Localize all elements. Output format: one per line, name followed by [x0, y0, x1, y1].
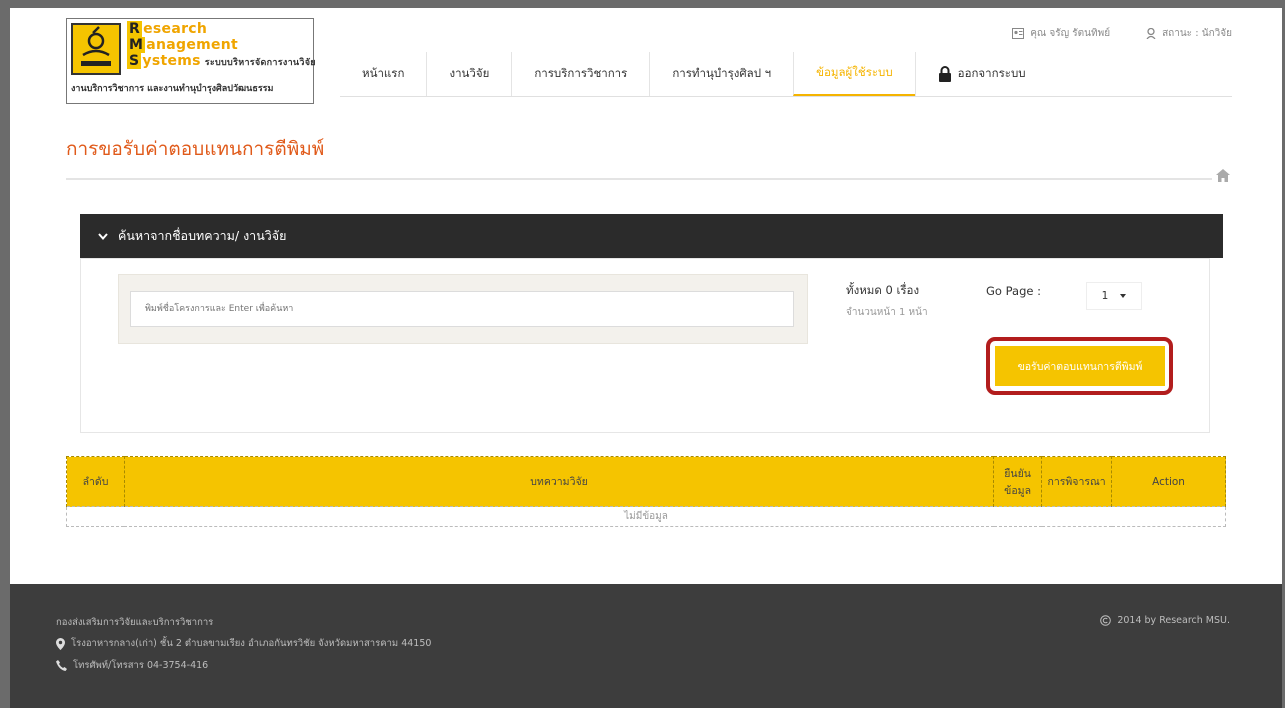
search-panel-title: ค้นหาจากชื่อบทความ/ งานวิจัย	[118, 228, 287, 243]
nav-home[interactable]: หน้าแรก	[340, 52, 426, 96]
nav-research[interactable]: งานวิจัย	[426, 52, 511, 96]
page-title: การขอรับค่าตอบแทนการตีพิมพ์	[66, 138, 325, 160]
results-table: ลำดับ บทความวิจัย ยืนยันข้อมูล การพิจารณ…	[66, 456, 1226, 527]
logo-cap-r: R	[127, 21, 143, 37]
main-nav: หน้าแรก งานวิจัย การบริการวิชาการ การทำน…	[340, 52, 1048, 96]
page-count: จำนวนหน้า 1 หน้า	[846, 307, 928, 318]
col-action: Action	[1111, 456, 1226, 507]
title-divider	[66, 178, 1212, 180]
browser-frame: Research Management Systems ระบบบริหารจัด…	[10, 8, 1282, 708]
search-panel-header[interactable]: ค้นหาจากชื่อบทความ/ งานวิจัย	[80, 214, 1223, 258]
person-icon	[1146, 28, 1156, 39]
user-status-text: สถานะ : นักวิจัย	[1162, 28, 1232, 39]
map-pin-icon	[56, 637, 65, 650]
nav-arts-culture[interactable]: การทำนุบำรุงศิลป ฯ	[649, 52, 793, 96]
site-logo[interactable]: Research Management Systems ระบบบริหารจัด…	[66, 18, 316, 104]
table-header-row: ลำดับ บทความวิจัย ยืนยันข้อมูล การพิจารณ…	[66, 456, 1226, 507]
page-select[interactable]: 1	[1086, 282, 1142, 310]
footer-address-text: โรงอาหารกลาง(เก่า) ชั้น 2 ตำบลขามเรียง อ…	[71, 638, 432, 649]
phone-icon	[56, 660, 67, 671]
lock-icon	[938, 66, 951, 82]
page-select-value: 1	[1101, 290, 1109, 302]
empty-message: ไม่มีข้อมูล	[66, 506, 1226, 527]
logo-thai-title: ระบบบริหารจัดการงานวิจัย	[204, 58, 316, 68]
total-count: ทั้งหมด 0 เรื่อง	[846, 283, 920, 297]
go-page-label: Go Page :	[986, 284, 1041, 298]
caret-down-icon	[1120, 294, 1127, 298]
user-info[interactable]: คุณ จรัญ รัตนทิพย์	[1012, 26, 1110, 41]
logo-cap-m: M	[127, 37, 146, 53]
chevron-down-icon	[98, 232, 108, 240]
user-status: สถานะ : นักวิจัย	[1146, 26, 1232, 41]
nav-divider	[340, 96, 1232, 97]
footer-copyright: 2014 by Research MSU.	[1100, 615, 1230, 626]
col-consideration: การพิจารณา	[1041, 456, 1113, 507]
logo-word-management: anagement	[146, 37, 239, 53]
logout-label: ออกจากระบบ	[957, 66, 1026, 80]
col-confirm: ยืนยันข้อมูล	[993, 456, 1043, 507]
logo-word-systems: ystems	[142, 53, 201, 69]
col-article: บทความวิจัย	[123, 456, 995, 507]
nav-logout[interactable]: ออกจากระบบ	[914, 52, 1048, 96]
col-order: ลำดับ	[66, 456, 125, 507]
footer-phone-text: โทรศัพท์/โทรสาร 04-3754-416	[73, 660, 209, 671]
table-row: ไม่มีข้อมูล	[66, 506, 1226, 527]
footer-address: โรงอาหารกลาง(เก่า) ชั้น 2 ตำบลขามเรียง อ…	[56, 636, 431, 651]
logo-subtitle: งานบริการวิชาการ และงานทำนุบำรุงศิลปวัฒน…	[71, 84, 274, 94]
logo-cap-s: S	[127, 53, 142, 69]
home-icon[interactable]	[1216, 167, 1230, 186]
copyright-icon	[1100, 615, 1112, 626]
nav-academic-service[interactable]: การบริการวิชาการ	[511, 52, 649, 96]
user-name: คุณ จรัญ รัตนทิพย์	[1030, 28, 1111, 39]
request-compensation-button[interactable]: ขอรับค่าตอบแทนการตีพิมพ์	[995, 346, 1165, 386]
microscope-icon	[71, 23, 121, 75]
footer: กองส่งเสริมการวิจัยและบริการวิชาการ โรงอ…	[10, 584, 1282, 708]
search-input[interactable]	[130, 291, 794, 327]
footer-phone: โทรศัพท์/โทรสาร 04-3754-416	[56, 658, 208, 673]
footer-copyright-text: 2014 by Research MSU.	[1117, 615, 1230, 626]
nav-user-info[interactable]: ข้อมูลผู้ใช้ระบบ	[793, 52, 915, 96]
logo-word-research: esearch	[143, 21, 208, 37]
user-card-icon	[1012, 28, 1025, 39]
user-bar: คุณ จรัญ รัตนทิพย์ สถานะ : นักวิจัย	[1012, 26, 1232, 41]
footer-org: กองส่งเสริมการวิจัยและบริการวิชาการ	[56, 617, 214, 628]
